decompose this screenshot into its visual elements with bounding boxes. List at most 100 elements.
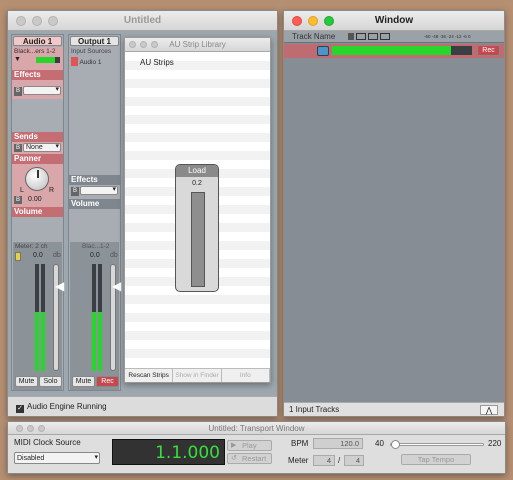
- solo-button[interactable]: Solo: [39, 376, 62, 387]
- bypass-icon[interactable]: B: [71, 187, 79, 196]
- au-list-row: [125, 79, 270, 88]
- sends-header: Sends: [12, 132, 63, 142]
- au-list-row: [125, 340, 270, 349]
- info-button[interactable]: Info: [221, 369, 270, 382]
- engine-checkbox[interactable]: ✓: [16, 405, 24, 413]
- effects-header: Effects: [12, 70, 63, 80]
- zoom-button[interactable]: [324, 16, 334, 26]
- au-list-row: [125, 97, 270, 106]
- effects-popup[interactable]: [23, 86, 61, 95]
- au-list-row: [125, 70, 270, 79]
- tempo-slider[interactable]: [390, 440, 484, 449]
- window-title: Window: [374, 15, 414, 26]
- au-strips-item[interactable]: AU Strips: [140, 58, 174, 67]
- list-view-icon[interactable]: [368, 33, 378, 40]
- input-arrow-icon[interactable]: ▼: [14, 56, 21, 63]
- au-list-row: [125, 106, 270, 115]
- au-list-row: [125, 151, 270, 160]
- window-title: Untitled: Transport Window: [208, 424, 305, 433]
- meter-denominator[interactable]: 4: [344, 455, 364, 466]
- panner-header: Panner: [12, 154, 63, 164]
- restart-button[interactable]: ↺ Restart: [227, 453, 272, 464]
- strip-name[interactable]: Audio 1: [13, 36, 62, 46]
- status-bar: ✓ Audio Engine Running: [8, 396, 277, 416]
- close-button[interactable]: [16, 16, 26, 26]
- sends-popup[interactable]: None: [23, 143, 61, 152]
- restart-icon: ↺: [231, 455, 237, 462]
- tap-tempo-button[interactable]: Tap Tempo: [401, 454, 471, 465]
- au-list-row: [125, 295, 270, 304]
- minimize-button[interactable]: [140, 41, 147, 48]
- effects-header: Effects: [69, 175, 120, 185]
- zoom-button[interactable]: [151, 41, 158, 48]
- tracks-window: Window Track Name -60 -48 -36 -24 -12 -6…: [283, 10, 505, 417]
- fader-arrow-icon[interactable]: ◀: [55, 279, 64, 293]
- transport-titlebar[interactable]: Untitled: Transport Window: [8, 422, 505, 435]
- minimize-button[interactable]: [308, 16, 318, 26]
- waveform-icon[interactable]: ⋀: [480, 405, 498, 415]
- fader-arrow-icon[interactable]: ◀: [112, 279, 121, 293]
- show-in-finder-button[interactable]: Show in Finder: [173, 369, 222, 382]
- meter-right: [98, 264, 102, 371]
- effects-popup[interactable]: [80, 186, 118, 195]
- meter-numerator[interactable]: 4: [313, 455, 335, 466]
- gain-unit: db: [110, 252, 118, 259]
- minimize-button[interactable]: [27, 425, 34, 432]
- monitor-icon[interactable]: [317, 46, 329, 56]
- tempo-slider-knob[interactable]: [391, 440, 400, 449]
- au-list-row: [125, 313, 270, 322]
- input-level-meter: [36, 57, 60, 63]
- meter-fill: [92, 312, 96, 371]
- zoom-button[interactable]: [38, 425, 45, 432]
- close-button[interactable]: [16, 425, 23, 432]
- channel-strip-audio-1: Audio 1 Black...ers 1-2 ▼ Effects B Send…: [11, 34, 64, 391]
- track-count: 1 Input Tracks: [289, 405, 340, 414]
- minimize-button[interactable]: [32, 16, 42, 26]
- bypass-icon[interactable]: B: [14, 87, 22, 96]
- channel-label: Blac...1-2: [82, 243, 110, 250]
- tracks-titlebar[interactable]: Window: [284, 11, 504, 31]
- input-label[interactable]: Black...ers 1-2: [12, 47, 63, 56]
- meter-fill: [98, 312, 102, 371]
- pan-right-label: R: [49, 187, 55, 194]
- mixer-titlebar[interactable]: Untitled: [8, 11, 277, 31]
- play-icon: ▶: [231, 442, 237, 449]
- volume-header: Volume: [69, 199, 120, 209]
- input-section: Black...ers 1-2 ▼ Effects: [12, 47, 63, 85]
- pan-bypass-icon[interactable]: B: [14, 196, 22, 204]
- rescan-strips-button[interactable]: Rescan Strips: [125, 369, 174, 382]
- volume-section: Blac...1-2 0.0 db Mute Rec: [70, 242, 119, 390]
- link-icon[interactable]: [15, 252, 21, 261]
- grid-view-icon[interactable]: [356, 33, 366, 40]
- tempo-min-label: 40: [375, 439, 384, 448]
- track-rec-button[interactable]: Rec: [477, 45, 500, 56]
- tracks-header: Track Name -60 -48 -36 -24 -12 -6 0: [284, 31, 504, 43]
- pan-knob[interactable]: [25, 167, 49, 191]
- mute-button[interactable]: Mute: [72, 376, 95, 387]
- rec-button[interactable]: Rec: [96, 376, 119, 387]
- midi-clock-label: MIDI Clock Source: [14, 438, 81, 447]
- volume-section: Meter: 2 ch 0.0 db Mute Solo: [13, 242, 62, 390]
- au-list-row: [125, 349, 270, 358]
- send-bypass-icon[interactable]: B: [14, 144, 22, 152]
- play-button[interactable]: ▶ Play: [227, 440, 272, 451]
- input-source-item[interactable]: Audio 1: [69, 56, 120, 67]
- track-meter-fill: [332, 46, 451, 55]
- columns-view-icon[interactable]: [380, 33, 390, 40]
- au-strip-list[interactable]: AU Strips Load 0.2: [125, 52, 270, 368]
- close-button[interactable]: [129, 41, 136, 48]
- au-library-titlebar[interactable]: AU Strip Library: [125, 38, 270, 52]
- bpm-field[interactable]: 120.0: [313, 438, 363, 449]
- track-row[interactable]: Rec: [284, 44, 504, 58]
- midi-clock-select[interactable]: Disabled: [14, 452, 100, 464]
- track-meter: [332, 46, 472, 55]
- panner-section: L R B 0.00: [12, 164, 63, 207]
- panel-title: AU Strip Library: [169, 40, 226, 49]
- close-button[interactable]: [292, 16, 302, 26]
- mute-button[interactable]: Mute: [15, 376, 38, 387]
- zoom-button[interactable]: [48, 16, 58, 26]
- track-name-column[interactable]: Track Name: [292, 32, 335, 41]
- view-mode-icon[interactable]: [348, 33, 354, 40]
- gain-value: 0.0: [90, 252, 100, 259]
- strip-name[interactable]: Output 1: [70, 36, 119, 46]
